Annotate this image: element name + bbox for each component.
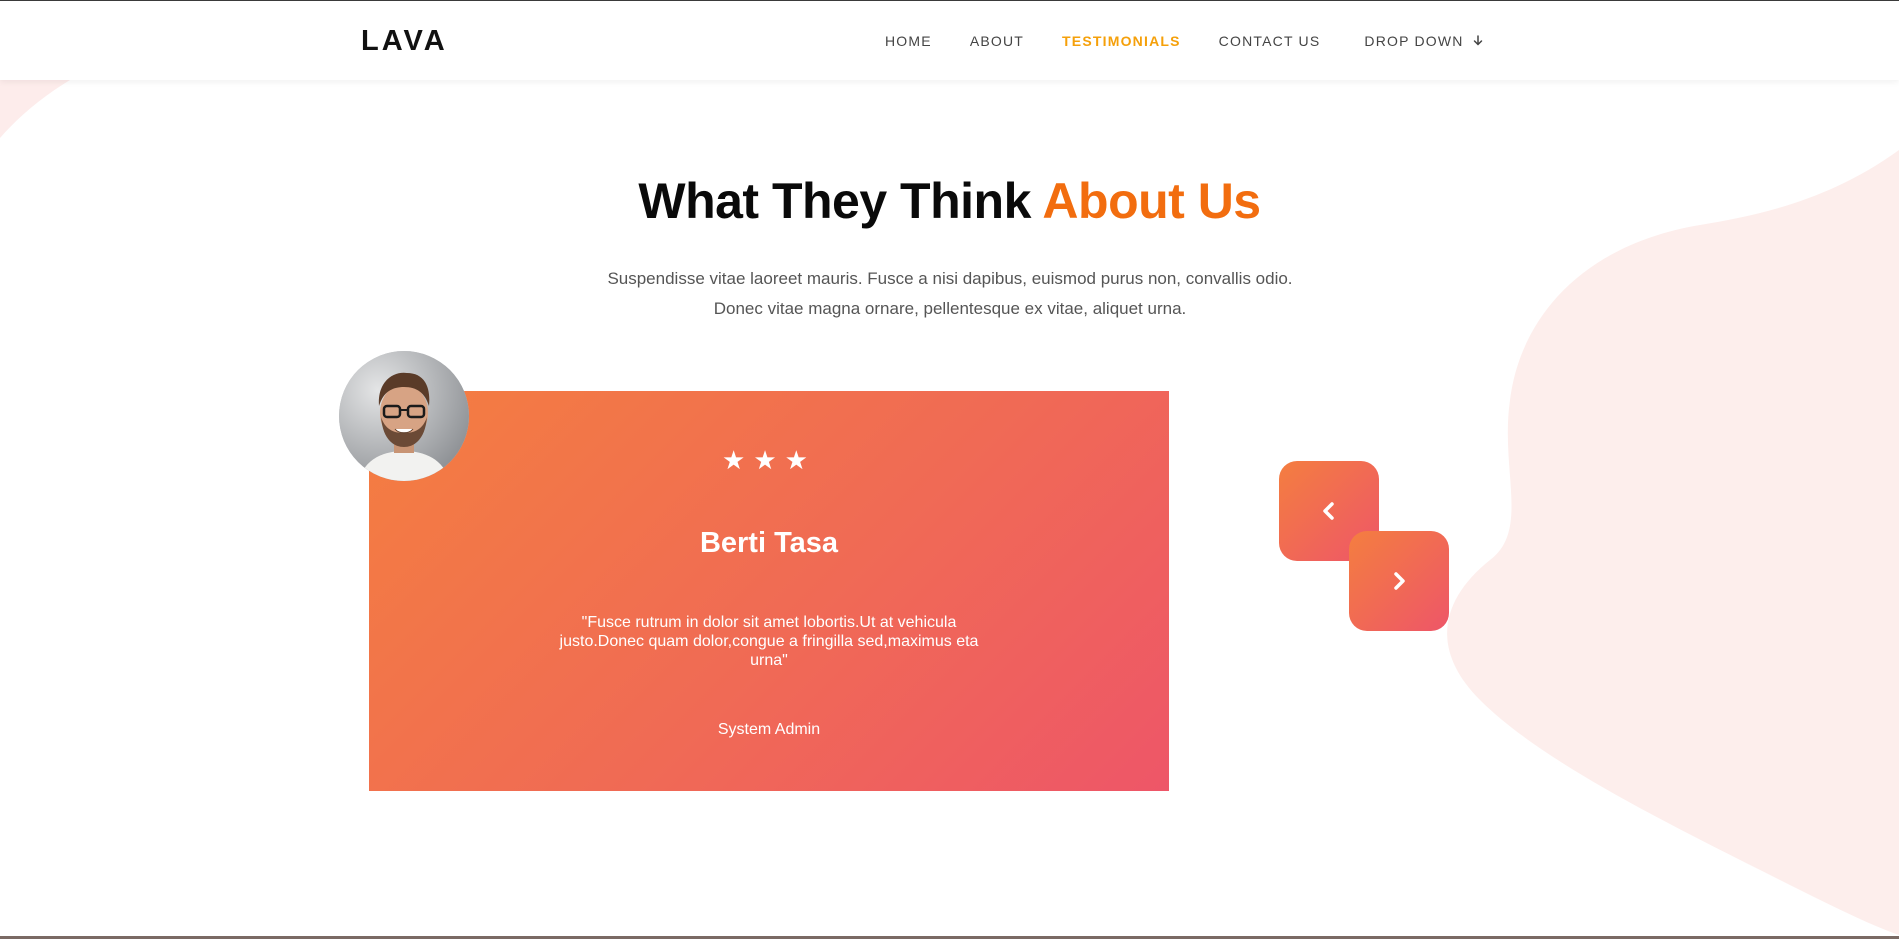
heading-accent: About Us [1042,173,1261,229]
testimonial-card: ★★★ Berti Tasa "Fusce rutrum in dolor si… [369,391,1169,791]
navbar: LAVA HOME ABOUT TESTIMONIALS CONTACT US … [0,0,1899,80]
arrow-down-icon [1473,34,1483,49]
rating-stars: ★★★ [722,445,816,475]
chevron-right-icon [1394,572,1405,590]
nav-item-about[interactable]: ABOUT [970,33,1024,49]
avatar [339,351,469,481]
page: LAVA HOME ABOUT TESTIMONIALS CONTACT US … [0,0,1899,939]
slider-next-button[interactable] [1349,531,1449,631]
testimonial-name: Berti Tasa [699,527,839,559]
section-description: Suspendisse vitae laoreet mauris. Fusce … [607,269,1293,318]
chevron-left-icon [1323,502,1334,520]
nav-item-drop-down-label: DROP DOWN [1364,33,1464,49]
nav-item-testimonials[interactable]: TESTIMONIALS [1062,33,1181,49]
nav-item-contact-us[interactable]: CONTACT US [1219,33,1321,49]
testimonial-role: System Admin [717,721,821,738]
avatar-photo [339,351,469,481]
logo[interactable]: LAVA [361,25,448,58]
nav-menu: HOME ABOUT TESTIMONIALS CONTACT US DROP … [885,33,1483,49]
heading-main: What They Think [638,173,1031,229]
section-heading: What They Think About Us [0,172,1899,230]
testimonial-quote: "Fusce rutrum in dolor sit amet lobortis… [559,614,979,669]
nav-item-drop-down[interactable]: DROP DOWN [1364,33,1482,49]
nav-item-home[interactable]: HOME [885,33,932,49]
